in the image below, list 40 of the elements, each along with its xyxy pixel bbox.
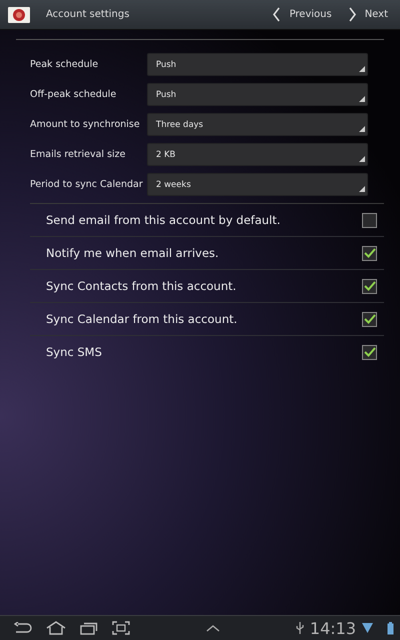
- chevron-right-icon: [348, 7, 357, 22]
- checkbox-row[interactable]: Notify me when email arrives.: [30, 237, 384, 270]
- setting-label: Amount to synchronise: [30, 119, 141, 130]
- wifi-icon: [362, 622, 374, 634]
- checkbox[interactable]: [362, 246, 377, 260]
- back-icon[interactable]: [14, 622, 32, 634]
- dropdown[interactable]: 2 KB: [148, 144, 367, 165]
- setting-label: Period to sync Calendar: [30, 179, 144, 190]
- dropdown[interactable]: 2 weeks: [148, 174, 367, 195]
- setting-label: Off-peak schedule: [30, 89, 118, 100]
- battery-icon: [387, 622, 394, 634]
- app-icon: [8, 6, 30, 22]
- setting-label: Emails retrieval size: [30, 149, 127, 160]
- checkbox[interactable]: [362, 344, 377, 360]
- checkbox[interactable]: [362, 312, 377, 326]
- chevron-left-icon: [272, 7, 282, 22]
- screenshot-icon[interactable]: [112, 621, 130, 635]
- recent-apps-icon[interactable]: [80, 622, 98, 634]
- setting-label: Peak schedule: [30, 59, 100, 70]
- corner-icon: [359, 126, 365, 132]
- clock-time: 14:13: [310, 618, 356, 638]
- dropdown[interactable]: Three days: [148, 114, 367, 135]
- next-button[interactable]: Next: [344, 5, 392, 24]
- checkbox[interactable]: [362, 212, 377, 228]
- checkbox-row[interactable]: Sync SMS: [30, 336, 384, 368]
- corner-icon: [359, 156, 365, 162]
- home-icon[interactable]: [46, 621, 66, 635]
- caret-up-icon[interactable]: [206, 624, 220, 632]
- corner-icon: [359, 66, 365, 72]
- corner-icon: [359, 186, 365, 192]
- dropdown[interactable]: Push: [148, 84, 367, 105]
- screen-title: Account settings: [46, 9, 130, 20]
- corner-icon: [359, 96, 365, 102]
- checkbox[interactable]: [362, 278, 377, 294]
- usb-icon: [296, 621, 304, 635]
- checkbox-row[interactable]: Send email from this account by default.: [30, 204, 384, 237]
- previous-button[interactable]: Previous: [268, 5, 336, 24]
- dropdown[interactable]: Push: [148, 54, 367, 75]
- checkbox-row[interactable]: Sync Calendar from this account.: [30, 303, 384, 336]
- checkbox-row[interactable]: Sync Contacts from this account.: [30, 270, 384, 303]
